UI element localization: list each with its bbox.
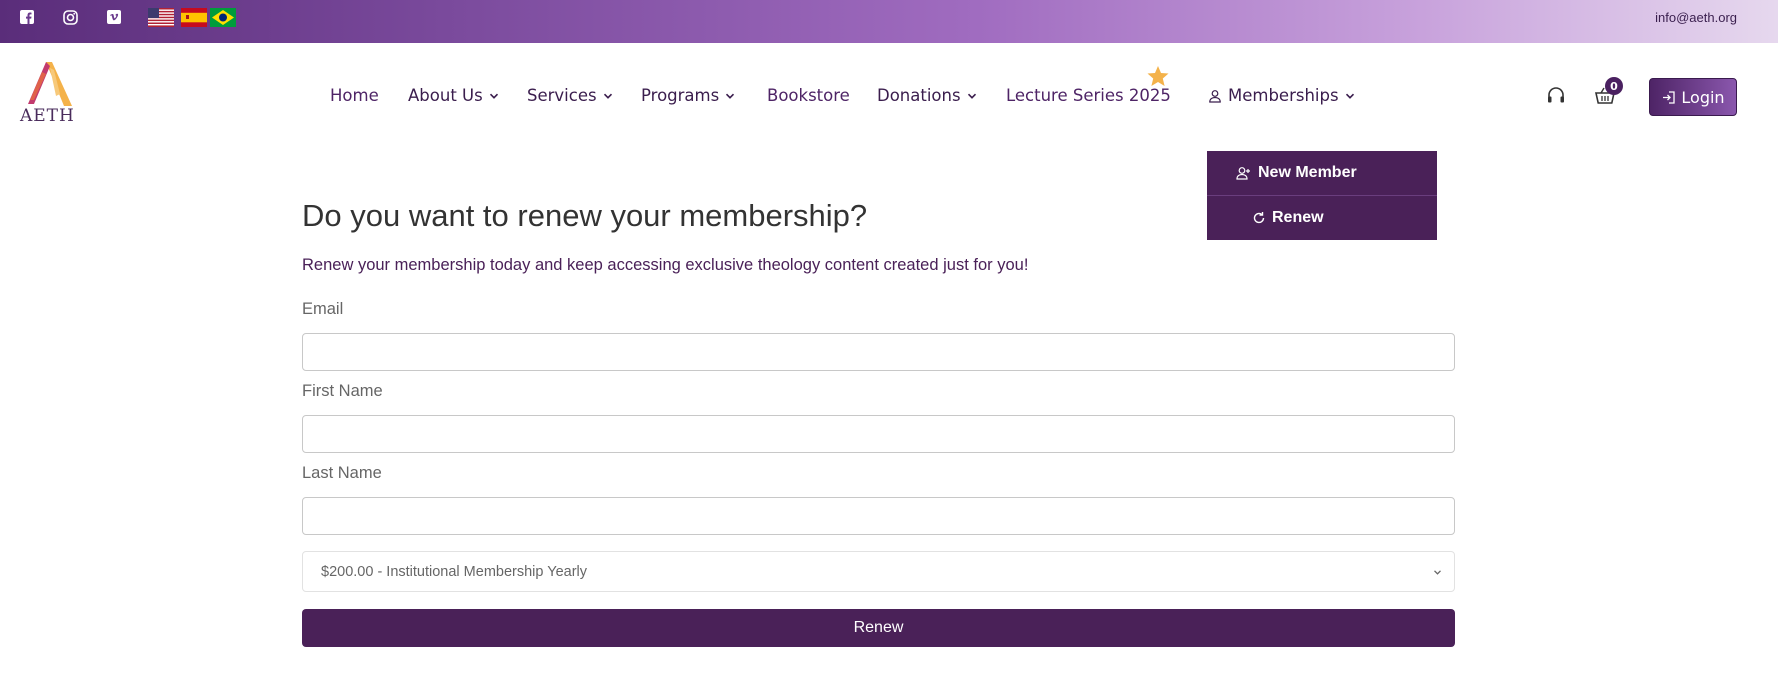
nav-about-label: About Us [408,86,483,105]
flag-brazil-icon[interactable] [210,8,236,27]
first-name-label: First Name [302,382,383,400]
chevron-down-icon [489,93,498,99]
refresh-icon [1253,212,1265,224]
logo-text: AETH [20,106,75,126]
membership-plan-select[interactable]: $200.00 - Institutional Membership Yearl… [302,551,1455,592]
memberships-dropdown: New Member Renew [1207,151,1437,240]
nav-home-label: Home [330,86,379,105]
flag-us-icon[interactable] [148,8,174,27]
login-icon [1663,90,1676,104]
nav-services[interactable]: Services [527,86,613,105]
cart-count-badge: 0 [1605,77,1623,95]
add-user-icon [1236,167,1250,180]
last-name-field[interactable] [302,497,1455,535]
top-email[interactable]: info@aeth.org [1655,10,1737,25]
dropdown-new-member-label: New Member [1258,164,1357,181]
nav-lecture-series-label: Lecture Series 2025 [1006,86,1171,105]
nav-programs[interactable]: Programs [641,86,735,105]
instagram-icon[interactable] [62,9,78,25]
email-field[interactable] [302,333,1455,371]
star-icon [1147,66,1169,86]
facebook-icon[interactable] [19,9,35,25]
nav-about[interactable]: About Us [408,86,499,105]
nav-memberships[interactable]: Memberships [1208,86,1355,105]
chevron-down-icon [603,93,612,99]
user-icon [1209,89,1221,103]
email-label: Email [302,300,344,318]
renew-button[interactable]: Renew [302,609,1455,647]
dropdown-new-member[interactable]: New Member [1207,151,1437,195]
login-button[interactable]: Login [1649,78,1737,116]
nav-memberships-label: Memberships [1228,86,1339,105]
top-bar: info@aeth.org [0,0,1778,43]
membership-plan-selected: $200.00 - Institutional Membership Yearl… [321,563,587,580]
chevron-down-icon [1345,93,1354,99]
dropdown-renew[interactable]: Renew [1207,196,1437,240]
last-name-label: Last Name [302,464,382,482]
login-label: Login [1681,87,1725,107]
chevron-down-icon [1434,570,1441,575]
first-name-field[interactable] [302,415,1455,453]
flag-spain-icon[interactable] [181,8,207,27]
nav-lecture-series[interactable]: Lecture Series 2025 [1006,86,1171,105]
nav-programs-label: Programs [641,86,720,105]
page-title: Do you want to renew your membership? [302,198,868,233]
headset-support-icon[interactable] [1544,84,1568,108]
nav-bookstore[interactable]: Bookstore [767,86,850,105]
nav-home[interactable]: Home [330,86,379,105]
nav-donations-label: Donations [877,86,961,105]
dropdown-renew-label: Renew [1272,209,1324,226]
page-lead-text: Renew your membership today and keep acc… [302,256,1029,274]
vimeo-icon[interactable] [106,9,122,25]
nav-bookstore-label: Bookstore [767,86,850,105]
nav-donations[interactable]: Donations [877,86,977,105]
nav-services-label: Services [527,86,597,105]
chevron-down-icon [726,93,735,99]
chevron-down-icon [967,93,976,99]
